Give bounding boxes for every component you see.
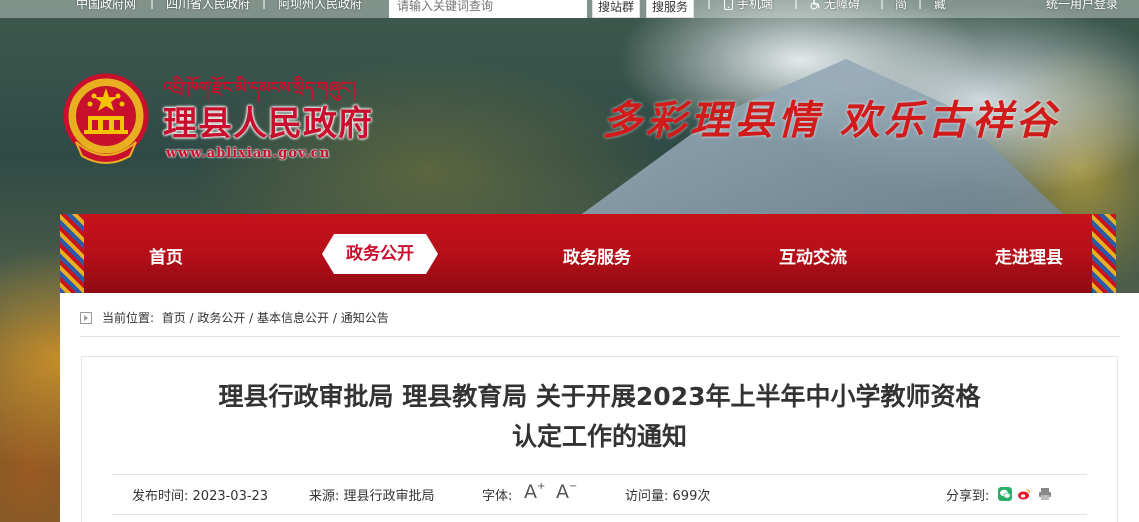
link-aba-gov[interactable]: 阿坝州人民政府 [278, 0, 362, 12]
source-label: 来源: [309, 489, 340, 504]
weibo-share-icon[interactable] [1017, 487, 1031, 501]
content-panel: 当前位置: 首页 / 政务公开 / 基本信息公开 / 通知公告 理县行政审批局 … [60, 293, 1139, 522]
nav-item-interaction[interactable]: 互动交流 [779, 243, 847, 268]
divider [80, 336, 1120, 337]
location-arrow-icon [80, 312, 92, 324]
publish-label: 发布时间: [132, 489, 189, 504]
print-icon[interactable] [1038, 487, 1052, 501]
divider [112, 514, 1087, 515]
search-service-button[interactable]: 搜服务 [646, 0, 695, 18]
separator: | [880, 0, 885, 9]
nav-item-about-lixian[interactable]: 走进理县 [995, 243, 1063, 268]
article-title-line-1: 理县行政审批局 理县教育局 关于开展2023年上半年中小学教师资格 [218, 382, 981, 411]
nav-item-government-services[interactable]: 政务服务 [563, 243, 631, 268]
phone-icon [724, 0, 733, 10]
publish-date-value: 2023-03-23 [192, 489, 269, 504]
national-emblem-icon [63, 73, 149, 164]
link-sichuan-gov[interactable]: 四川省人民政府 [166, 0, 250, 12]
nav-item-home[interactable]: 首页 [149, 243, 183, 268]
views-value: 699次 [672, 489, 711, 504]
search-site-button[interactable]: 搜站群 [592, 0, 641, 18]
search-input[interactable] [389, 0, 587, 18]
separator: | [262, 0, 267, 9]
tibetan-language-link[interactable]: 藏 [934, 0, 946, 12]
view-count: 访问量: 699次 [625, 485, 710, 504]
article-card: 理县行政审批局 理县教育局 关于开展2023年上半年中小学教师资格 认定工作的通… [81, 356, 1118, 522]
font-size-label: 字体: [482, 489, 513, 504]
article-title: 理县行政审批局 理县教育局 关于开展2023年上半年中小学教师资格 认定工作的通… [82, 377, 1117, 457]
font-increase-button[interactable]: A+ [524, 481, 545, 503]
site-url: www.ablixian.gov.cn [166, 146, 331, 161]
site-name[interactable]: 理县人民政府 [163, 96, 373, 145]
separator: | [707, 0, 712, 9]
breadcrumb-trail[interactable]: 首页 / 政务公开 / 基本信息公开 / 通知公告 [162, 311, 389, 325]
banner-slogan: 多彩理县情 欢乐古祥谷 [602, 97, 1060, 144]
views-label: 访问量: [625, 489, 669, 504]
mobile-label: 手机端 [737, 0, 774, 11]
main-navigation: 首页 政务公开 政务服务 互动交流 走进理县 [60, 214, 1116, 293]
separator: | [794, 0, 799, 9]
nav-pattern-decoration [60, 214, 84, 293]
accessibility-label: 无障碍 [824, 0, 861, 11]
separator: | [918, 0, 923, 9]
wheelchair-icon [810, 0, 820, 10]
divider [112, 474, 1087, 475]
top-utility-bar: 中国政府网 | 四川省人民政府 | 阿坝州人民政府 搜站群 搜服务 | 手机端 … [0, 0, 1139, 18]
nav-pattern-decoration [1092, 214, 1116, 293]
accessibility-link[interactable]: 无障碍 [809, 0, 860, 12]
font-decrease-button[interactable]: A− [556, 481, 577, 503]
publish-date: 发布时间: 2023-03-23 [132, 485, 268, 504]
article-title-line-2: 认定工作的通知 [511, 422, 687, 451]
nav-item-government-affairs-disclosure[interactable]: 政务公开 [322, 234, 438, 274]
link-gov-cn[interactable]: 中国政府网 [76, 0, 136, 12]
wechat-share-icon[interactable] [998, 487, 1012, 501]
breadcrumb: 当前位置: 首页 / 政务公开 / 基本信息公开 / 通知公告 [80, 309, 389, 326]
article-source: 来源: 理县行政审批局 [309, 485, 435, 504]
share-label: 分享到: [946, 489, 990, 504]
source-value: 理县行政审批局 [343, 489, 435, 504]
simplified-chinese-link[interactable]: 简 [895, 0, 907, 12]
breadcrumb-prefix: 当前位置: [102, 311, 155, 325]
separator: | [150, 0, 155, 9]
login-link[interactable]: 统一用户登录 [1046, 0, 1118, 12]
mobile-link[interactable]: 手机端 [724, 0, 773, 12]
